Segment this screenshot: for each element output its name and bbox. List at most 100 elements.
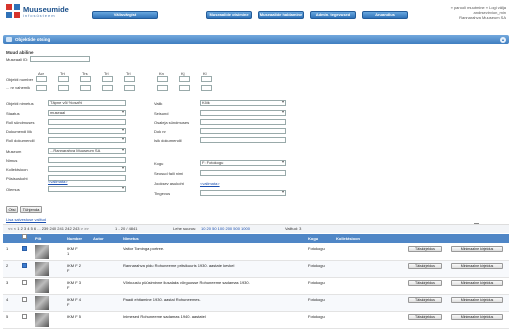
obj-range-box[interactable] bbox=[179, 85, 190, 91]
full-description-button[interactable]: Täiskirjeldus bbox=[408, 280, 442, 286]
brand-subtitle: infosüsteem bbox=[23, 13, 56, 18]
row-title[interactable]: Inimesed Rohuneeme sadamas 1940. aastate… bbox=[123, 314, 303, 319]
museum-logo-icon bbox=[6, 4, 20, 18]
field-input[interactable]: museaal bbox=[48, 110, 126, 116]
search-button[interactable]: Otsi bbox=[6, 206, 18, 213]
row-checkbox[interactable] bbox=[22, 280, 27, 285]
row-thumbnail[interactable] bbox=[35, 296, 49, 310]
valimata-link[interactable]: <valimata> bbox=[48, 179, 68, 184]
field-label: Roll sündmuses bbox=[6, 120, 35, 125]
nav-museaalide-haldamine[interactable]: Museaalide haldamine bbox=[258, 11, 304, 19]
field-input[interactable] bbox=[48, 128, 126, 134]
field-label: Seosud faili nimi bbox=[154, 171, 184, 176]
header-checkbox[interactable] bbox=[22, 234, 27, 239]
obj-range-box[interactable] bbox=[80, 85, 91, 91]
row-code: IKM F 2 F bbox=[67, 263, 82, 273]
row-thumbnail[interactable] bbox=[35, 245, 49, 259]
field-input[interactable] bbox=[200, 128, 286, 134]
row-thumbnail[interactable] bbox=[35, 313, 49, 327]
clear-button[interactable]: Tühjenda bbox=[20, 206, 42, 213]
col-number: Number bbox=[67, 236, 83, 241]
nav-museaalide-otsimine[interactable]: Museaalide otsimine bbox=[206, 11, 252, 19]
field-label: Isik dokumendil bbox=[154, 138, 182, 143]
obj-range-box[interactable] bbox=[124, 85, 135, 91]
obj-range-box[interactable] bbox=[36, 85, 47, 91]
field-label: Seisund bbox=[154, 111, 169, 116]
row-checkbox[interactable] bbox=[22, 263, 27, 268]
full-description-button[interactable]: Täiskirjeldus bbox=[408, 297, 442, 303]
field-input[interactable]: ...Rannarahva Muuseum SA bbox=[48, 148, 126, 154]
user-museum: Rannarahva Muuseum SA bbox=[459, 15, 506, 20]
row-checkbox[interactable] bbox=[22, 297, 27, 302]
field-label: Roll dokumendil bbox=[6, 138, 35, 143]
field-label: Objekti nimetus bbox=[6, 101, 34, 106]
table-row[interactable]: 5 IKM F 5 Inimesed Rohuneeme sadamas 1940.… bbox=[3, 312, 509, 329]
field-input[interactable] bbox=[48, 166, 126, 172]
field-input[interactable] bbox=[48, 186, 126, 192]
field-label: Kollektsioon bbox=[6, 167, 28, 172]
collapse-toggle-icon[interactable]: ▴ bbox=[500, 36, 506, 43]
field-input[interactable] bbox=[48, 119, 126, 125]
museum-id-input[interactable] bbox=[30, 56, 90, 62]
row-thumbnail[interactable] bbox=[35, 279, 49, 293]
field-input[interactable]: Täpne või %osa% bbox=[48, 100, 126, 106]
obj-number-box[interactable] bbox=[201, 76, 212, 82]
col-kollektsioon: Kollektsioon bbox=[336, 236, 361, 241]
obj-range-box[interactable] bbox=[102, 85, 113, 91]
minimal-description-button[interactable]: Minimaalne kirjeldus bbox=[451, 314, 503, 320]
table-row[interactable]: 1 IKM F 1 Valtor Tominga portree. Fotokogu T… bbox=[3, 244, 509, 261]
row-checkbox[interactable] bbox=[22, 246, 27, 251]
field-input[interactable] bbox=[200, 170, 286, 176]
obj-range-box[interactable] bbox=[58, 85, 69, 91]
row-title[interactable]: Rannarahva pidu Rohuneeme pritsikuuris 1… bbox=[123, 263, 303, 268]
obj-range-box[interactable] bbox=[201, 85, 212, 91]
field-input[interactable] bbox=[200, 190, 286, 196]
nav-valisvargist[interactable]: Välisvärgist bbox=[92, 11, 158, 19]
minimal-description-button[interactable]: Minimaalne kirjeldus bbox=[451, 246, 503, 252]
selected-count: Valitud: 3 bbox=[285, 226, 302, 231]
page-links[interactable]: << < 1 2 3 4 5 6 ... 239 240 241 242 243… bbox=[8, 225, 89, 233]
row-title[interactable]: Valtor Tominga portree. bbox=[123, 246, 303, 251]
nav-aruandlus[interactable]: Aruandlus bbox=[362, 11, 408, 19]
row-title[interactable]: Paadi ehitamine 1930. aastal Rohuneemes. bbox=[123, 297, 303, 302]
obj-number-box[interactable] bbox=[58, 76, 69, 82]
field-label: Osaleja sündmuses bbox=[154, 120, 190, 125]
full-description-button[interactable]: Täiskirjeldus bbox=[408, 314, 442, 320]
obj-number-box[interactable] bbox=[157, 76, 168, 82]
search-panel-header: Objektide otsing ▴ bbox=[3, 35, 509, 44]
full-description-button[interactable]: Täiskirjeldus bbox=[408, 263, 442, 269]
saved-selection-link[interactable]: Lisa salvestuse valitud bbox=[6, 217, 46, 222]
row-checkbox[interactable] bbox=[22, 314, 27, 319]
nav-admin-tegevused[interactable]: Admin. tegevused bbox=[310, 11, 356, 19]
minimal-description-button[interactable]: Minimaalne kirjeldus bbox=[451, 263, 503, 269]
obj-range-box[interactable] bbox=[157, 85, 168, 91]
field-input[interactable] bbox=[200, 119, 286, 125]
obj-number-box[interactable] bbox=[124, 76, 135, 82]
col-kogu: Kogu bbox=[308, 236, 319, 241]
field-input[interactable]: Kõik bbox=[200, 100, 286, 106]
obj-number-box[interactable] bbox=[179, 76, 190, 82]
field-input[interactable] bbox=[200, 110, 286, 116]
obj-number-box[interactable] bbox=[36, 76, 47, 82]
table-row[interactable]: 2 IKM F 2 F Rannarahva pidu Rohuneeme prit… bbox=[3, 261, 509, 278]
row-title[interactable]: Võrkuuslu püüsiminne ilusalaks võrguosse… bbox=[123, 280, 303, 285]
field-label: Dok nr bbox=[154, 129, 166, 134]
field-label: Jooksev asukoht bbox=[154, 181, 184, 186]
table-row[interactable]: 3 IKM F 3 F Võrkuuslu püüsiminne ilusalaks… bbox=[3, 278, 509, 295]
minimal-description-button[interactable]: Minimaalne kirjeldus bbox=[451, 297, 503, 303]
field-input[interactable] bbox=[200, 137, 286, 143]
search-panel-icon bbox=[6, 37, 12, 42]
obj-number-box[interactable] bbox=[102, 76, 113, 82]
museum-id-label: Museaali ID: bbox=[6, 57, 29, 62]
page-size-options[interactable]: 10 20 50 100 200 500 1000 bbox=[201, 225, 250, 233]
minimal-description-button[interactable]: Minimaalne kirjeldus bbox=[451, 280, 503, 286]
field-input[interactable] bbox=[48, 137, 126, 143]
table-row[interactable]: 4 IKM F 4 F Paadi ehitamine 1930. aastal R… bbox=[3, 295, 509, 312]
obj-number-box[interactable] bbox=[80, 76, 91, 82]
field-input[interactable] bbox=[48, 157, 126, 163]
row-code: IKM F 3 F bbox=[67, 280, 82, 290]
full-description-button[interactable]: Täiskirjeldus bbox=[408, 246, 442, 252]
field-input[interactable]: F: Fotokogu bbox=[200, 160, 286, 166]
location-link[interactable]: <valimata> bbox=[200, 181, 220, 186]
row-thumbnail[interactable] bbox=[35, 262, 49, 276]
